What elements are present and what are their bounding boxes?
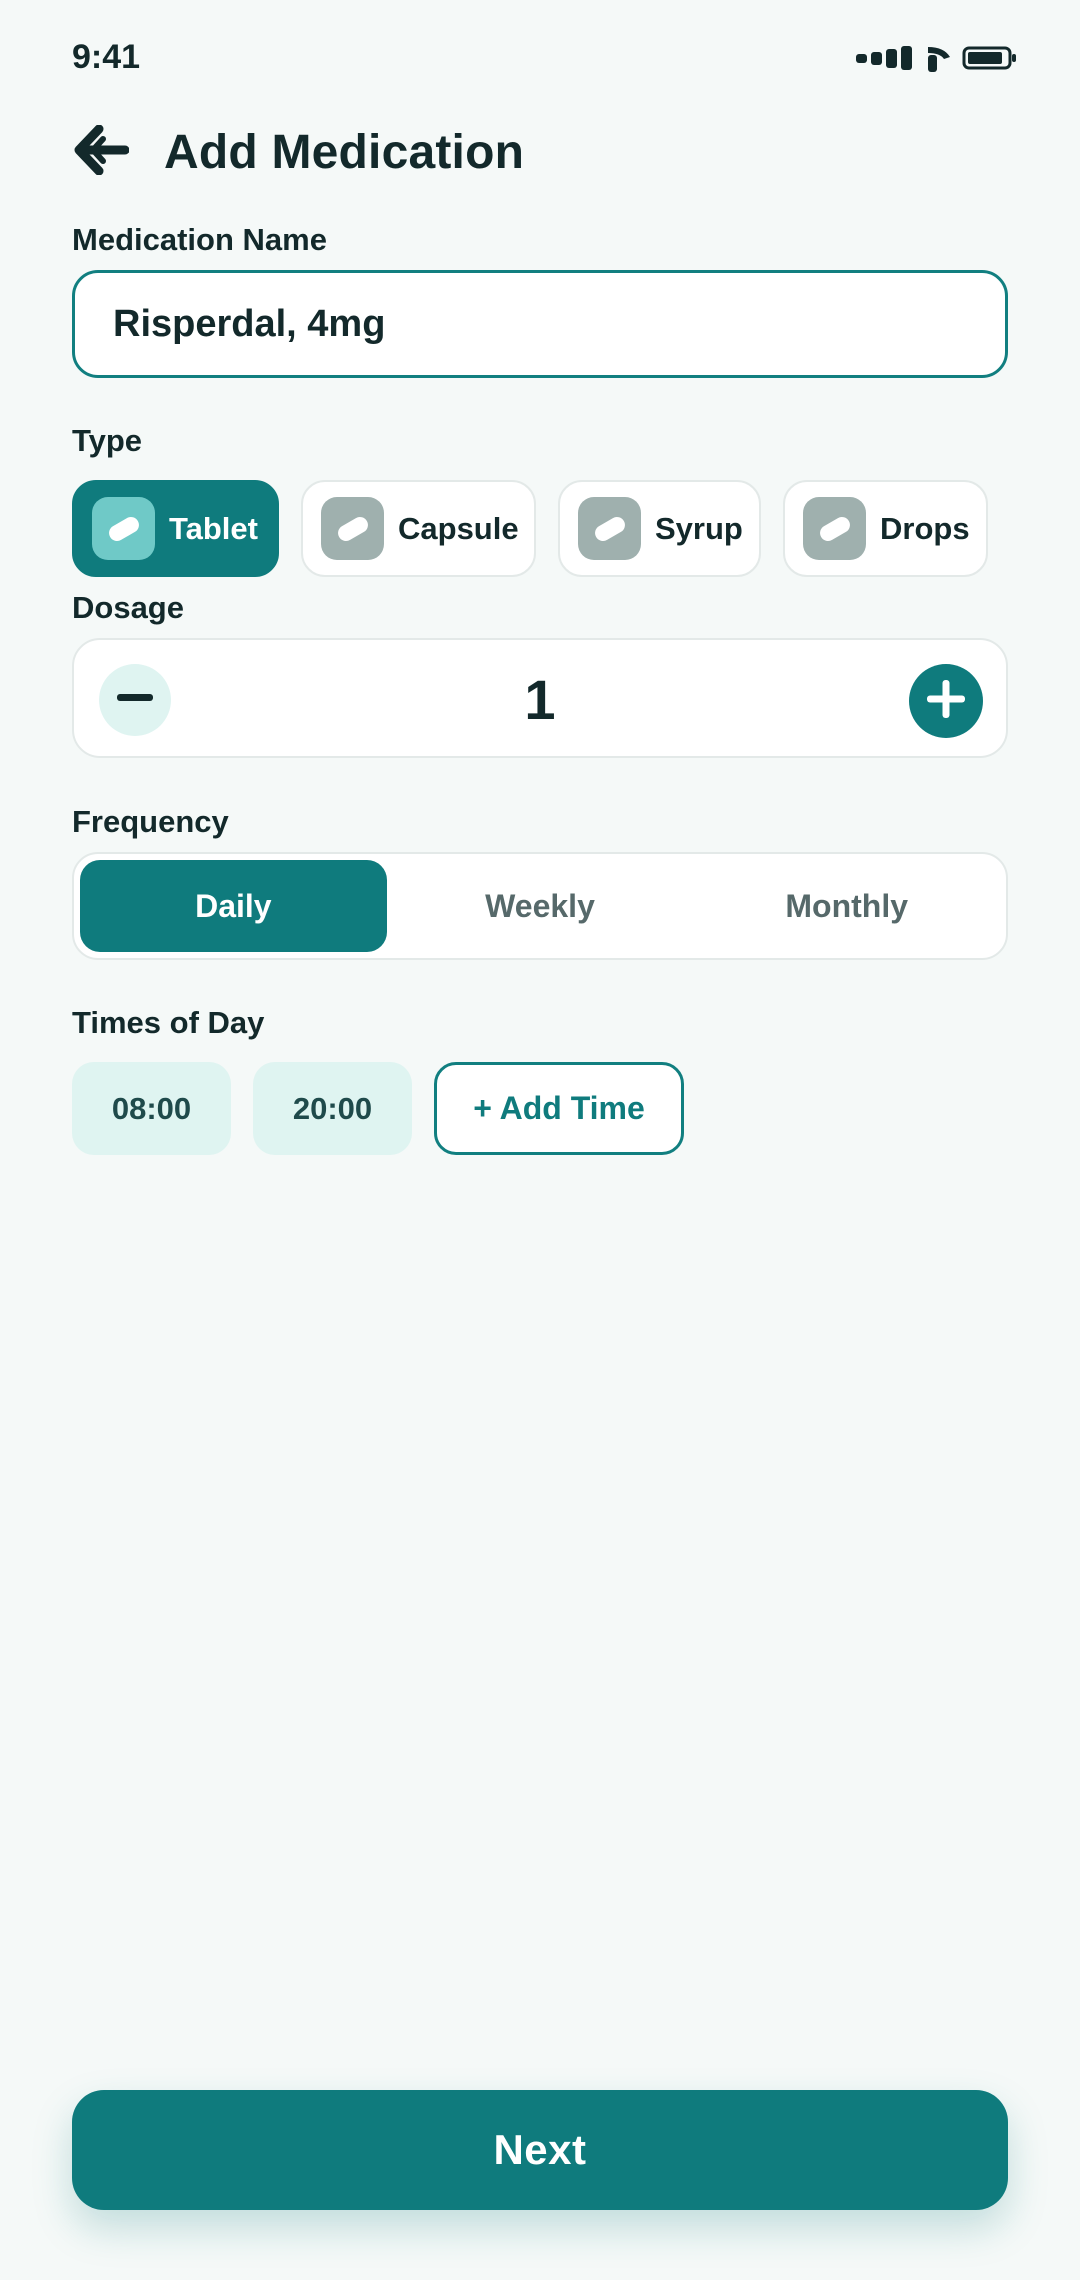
type-selector: Tablet Capsule Syrup Drops [72,480,988,577]
type-label: Type [72,423,143,458]
arrow-left-icon [73,124,130,180]
frequency-label: Frequency [72,804,229,839]
wifi-icon [926,43,952,73]
dosage-increment-button[interactable] [909,664,983,738]
frequency-selector: Daily Weekly Monthly [72,852,1008,960]
type-option-label: Capsule [398,510,519,546]
frequency-option-weekly[interactable]: Weekly [387,860,694,952]
pill-icon [92,497,155,560]
next-button[interactable]: Next [72,2090,1008,2210]
dosage-label: Dosage [72,590,184,625]
pill-icon [803,497,866,560]
status-bar: 9:41 [0,0,1080,116]
type-option-label: Drops [880,510,970,546]
back-button[interactable] [72,123,130,181]
signal-icon [856,45,916,71]
plus-icon [927,679,965,723]
frequency-option-daily[interactable]: Daily [80,860,387,952]
pill-icon [321,497,384,560]
type-option-syrup[interactable]: Syrup [558,480,761,577]
battery-icon [962,45,1018,71]
dosage-stepper: 1 [72,638,1008,758]
medication-name-input[interactable] [72,270,1008,378]
add-time-button[interactable]: + Add Time [434,1062,684,1155]
dosage-value: 1 [524,668,556,731]
status-time: 9:41 [72,38,141,76]
pill-icon [578,497,641,560]
page-title: Add Medication [164,125,525,179]
status-icons [856,40,1018,76]
type-option-label: Tablet [169,510,258,546]
type-option-tablet[interactable]: Tablet [72,480,279,577]
time-chip[interactable]: 08:00 [72,1062,231,1155]
time-chip[interactable]: 20:00 [253,1062,412,1155]
header: Add Medication [72,122,524,182]
type-option-capsule[interactable]: Capsule [301,480,536,577]
times-of-day-label: Times of Day [72,1005,265,1040]
frequency-option-monthly[interactable]: Monthly [693,860,1000,952]
type-option-drops[interactable]: Drops [783,480,988,577]
medication-name-label: Medication Name [72,222,327,257]
type-option-label: Syrup [655,510,743,546]
times-list: 08:00 20:00 + Add Time [72,1062,684,1155]
